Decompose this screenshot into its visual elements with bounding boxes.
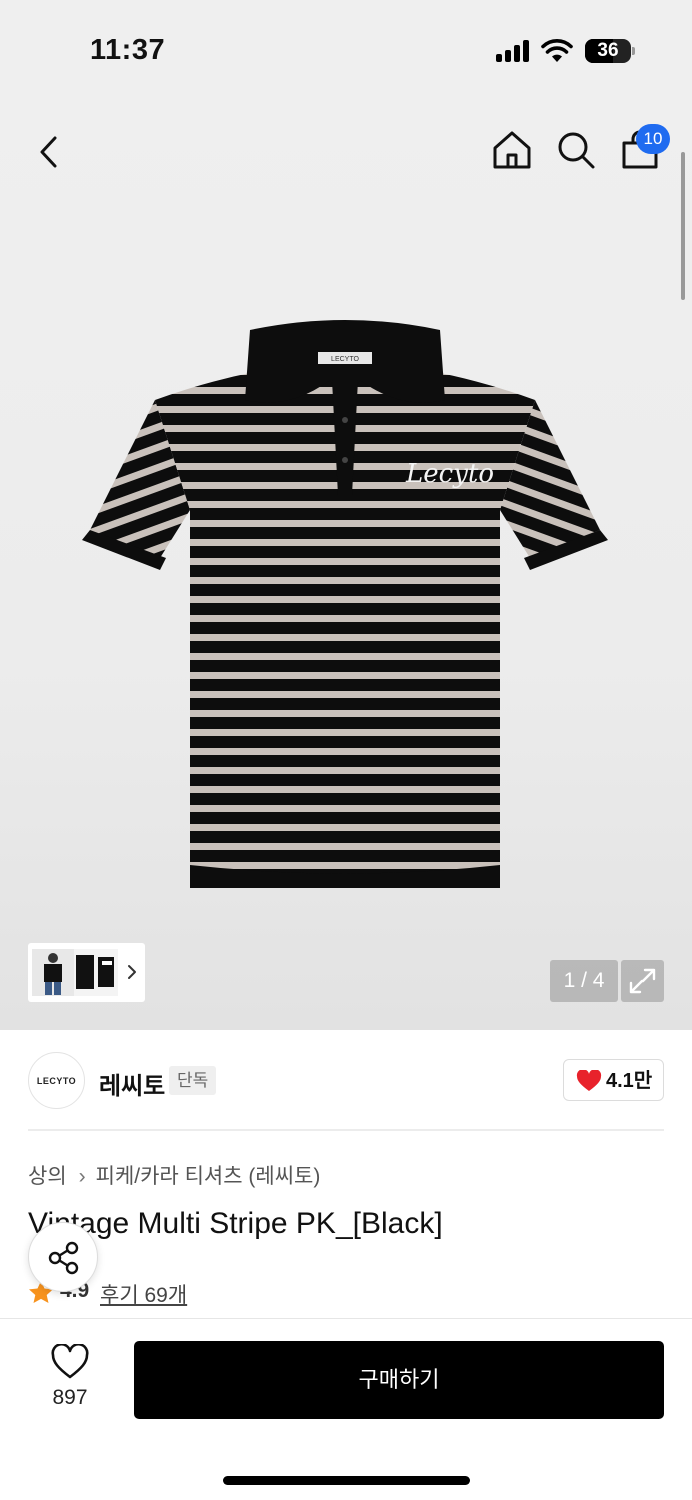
- thumbnail-strip[interactable]: [28, 943, 145, 1002]
- brand-logo[interactable]: LECYTO: [28, 1052, 85, 1109]
- share-button[interactable]: [28, 1222, 98, 1292]
- svg-text:LECYTO: LECYTO: [331, 356, 359, 363]
- breadcrumb: 상의 › 피케/카라 티셔츠 (레씨토): [28, 1160, 320, 1190]
- wishlist-count: 897: [52, 1386, 88, 1409]
- chevron-right-icon: ›: [78, 1165, 86, 1188]
- thumbnail-model[interactable]: [32, 949, 74, 996]
- wishlist-heart-icon[interactable]: [50, 1344, 90, 1380]
- home-icon[interactable]: [490, 128, 534, 172]
- brand-name[interactable]: 레씨토: [99, 1066, 165, 1101]
- divider: [28, 1129, 664, 1131]
- status-time: 11:37: [90, 34, 166, 66]
- expand-icon[interactable]: [621, 960, 664, 1002]
- scrollbar[interactable]: [681, 152, 685, 300]
- exclusive-badge: 단독: [169, 1066, 217, 1095]
- reviews-link[interactable]: 후기 69개: [100, 1279, 187, 1309]
- cart-count-badge: 10: [636, 124, 670, 154]
- breadcrumb-category[interactable]: 상의: [28, 1165, 67, 1188]
- image-pager: 1 / 4: [550, 960, 618, 1002]
- battery-level: 36: [597, 40, 619, 61]
- chevron-right-icon[interactable]: [124, 957, 140, 987]
- heart-icon: [576, 1070, 602, 1091]
- svg-text:Lecyto: Lecyto: [405, 459, 494, 489]
- share-icon: [48, 1241, 79, 1275]
- home-indicator: [223, 1476, 470, 1485]
- buy-button[interactable]: 구매하기: [134, 1341, 664, 1419]
- wifi-icon: [541, 39, 573, 62]
- search-icon[interactable]: [554, 128, 598, 172]
- battery-icon: 36: [585, 39, 631, 63]
- product-image: LECYTO Lecyto: [82, 320, 608, 888]
- brand-like-button[interactable]: 4.1만: [563, 1059, 664, 1101]
- cellular-signal-icon: [496, 40, 532, 62]
- thumbnail-flatlay[interactable]: [74, 949, 118, 996]
- breadcrumb-subcategory[interactable]: 피케/카라 티셔츠 (레씨토): [96, 1165, 321, 1188]
- status-bar: 11:37 36: [0, 0, 692, 100]
- brand-like-count: 4.1만: [606, 1070, 653, 1092]
- back-icon[interactable]: [28, 130, 72, 174]
